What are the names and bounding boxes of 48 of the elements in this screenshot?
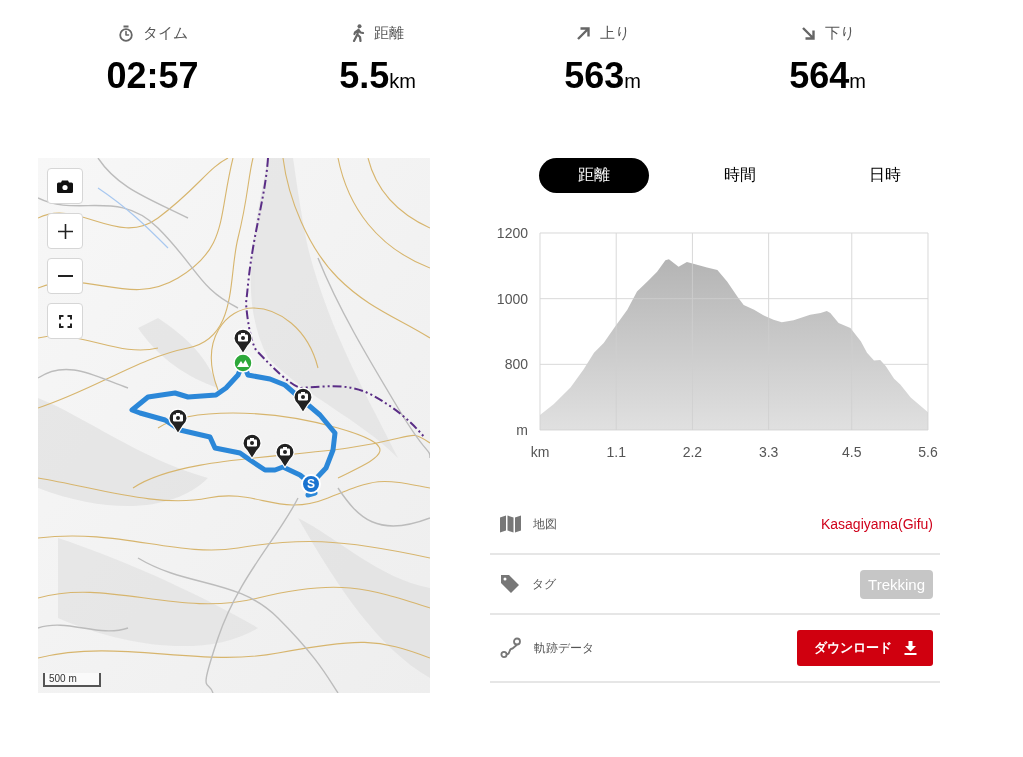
route-icon xyxy=(500,637,522,659)
map-icon xyxy=(500,515,521,533)
camera-icon xyxy=(57,179,73,193)
camera-button[interactable] xyxy=(47,168,83,204)
arrow-down-right-icon xyxy=(800,25,816,41)
detail-label: 地図 xyxy=(533,515,557,533)
minus-icon xyxy=(57,275,73,277)
axis-label: m xyxy=(516,422,528,438)
camera-pin-icon[interactable] xyxy=(233,328,253,354)
stat-value: 563m xyxy=(564,56,641,98)
fullscreen-icon xyxy=(58,314,72,328)
stat-label: タイム xyxy=(142,23,188,43)
axis-label: 3.3 xyxy=(758,444,779,460)
axis-label: 5.6 xyxy=(918,444,938,460)
detail-label: タグ xyxy=(532,575,556,593)
tag-icon xyxy=(500,574,520,594)
stat-value: 5.5km xyxy=(339,56,416,98)
camera-pin-icon[interactable] xyxy=(293,387,313,413)
walking-person-icon xyxy=(351,24,365,42)
stat-value: 02:57 xyxy=(106,56,199,96)
stat-label: 上り xyxy=(599,23,630,43)
stat-value: 564m xyxy=(789,56,866,98)
axis-label: 1000 xyxy=(496,290,528,307)
stat-label: 下り xyxy=(824,23,855,43)
map-link[interactable]: Kasagiyama(Gifu) xyxy=(820,516,933,532)
chart-tab[interactable]: 日時 xyxy=(830,158,940,193)
download-button[interactable]: ダウンロード xyxy=(797,630,933,666)
plus-icon xyxy=(57,223,73,239)
chart-tab[interactable]: 距離 xyxy=(539,158,649,193)
axis-label: km xyxy=(530,444,550,460)
axis-label: 2.2 xyxy=(682,444,703,460)
axis-label: 1.1 xyxy=(606,444,626,460)
chart-tab[interactable]: 時間 xyxy=(684,158,795,193)
stat-label: 距離 xyxy=(374,23,404,43)
zoom-in-button[interactable] xyxy=(47,213,83,249)
camera-pin-icon[interactable] xyxy=(168,408,188,434)
zoom-out-button[interactable] xyxy=(47,258,83,294)
camera-pin-icon[interactable] xyxy=(242,433,262,459)
arrow-up-right-icon xyxy=(575,25,591,41)
detail-label: 軌跡データ xyxy=(534,639,594,657)
axis-label: 1200 xyxy=(496,225,528,241)
axis-label: 800 xyxy=(504,356,528,373)
camera-pin-icon[interactable] xyxy=(275,442,295,468)
scale-bar: 500 m xyxy=(43,673,101,687)
fullscreen-button[interactable] xyxy=(47,303,83,339)
axis-label: 4.5 xyxy=(842,444,862,460)
stopwatch-icon xyxy=(117,24,134,42)
download-icon xyxy=(903,641,917,655)
